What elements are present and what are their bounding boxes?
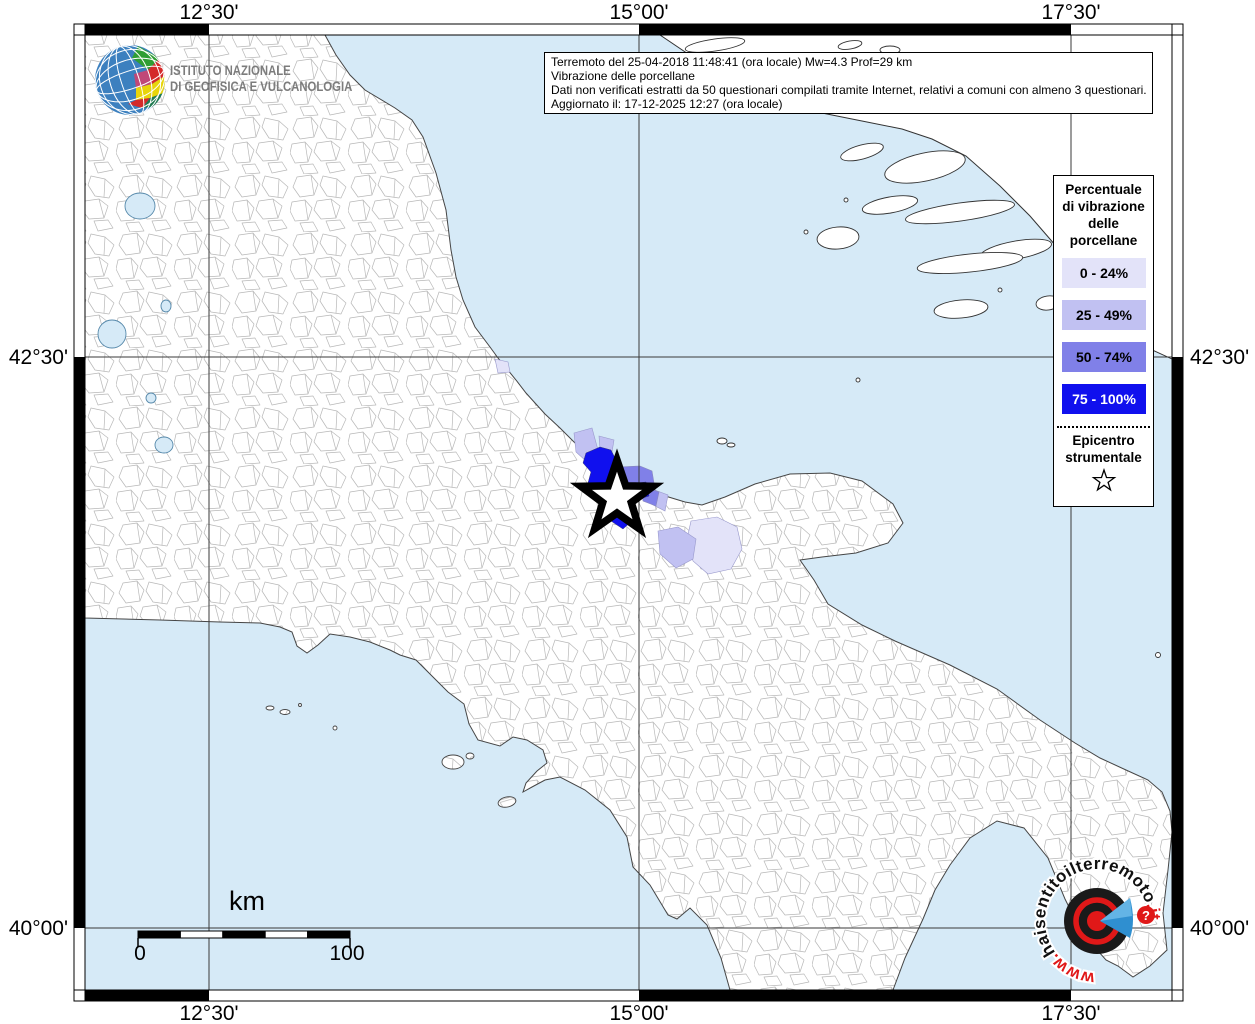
legend-title-line: delle xyxy=(1088,216,1119,231)
axis-top-12-30: 12°30' xyxy=(179,1,239,24)
scale-bar-min: 0 xyxy=(134,942,146,965)
legend-swatch-25-49: 25 - 49% xyxy=(1061,300,1146,330)
info-line-effect: Vibrazione delle porcellane xyxy=(551,69,695,83)
legend-swatch-0-24: 0 - 24% xyxy=(1061,258,1146,288)
info-line-updated: Aggiornato il: 17-12-2025 12:27 (ora loc… xyxy=(551,97,783,111)
axis-bottom-12-30: 12°30' xyxy=(179,1002,239,1024)
axis-right-42-30: 42°30' xyxy=(1190,346,1250,369)
legend-divider xyxy=(1057,426,1150,428)
legend-label-0-24: 0 - 24% xyxy=(1079,265,1128,281)
axis-top-15-00: 15°00' xyxy=(609,1,669,24)
axis-top-17-30: 17°30' xyxy=(1041,1,1101,24)
info-line-event: Terremoto del 25-04-2018 11:48:41 (ora l… xyxy=(551,55,913,69)
scale-bar-max: 100 xyxy=(329,942,365,965)
ingv-logo-text: ISTITUTO NAZIONALE DI GEOFISICA E VULCAN… xyxy=(170,63,352,95)
map-canvas: www.haisentitoilterremoto.it ? xyxy=(73,23,1184,1002)
legend-label-75-100: 75 - 100% xyxy=(1072,391,1136,407)
legend-title-line: di vibrazione xyxy=(1062,199,1145,214)
legend-title: Percentuale di vibrazione delle porcella… xyxy=(1054,181,1153,249)
map-screenshot: www.haisentitoilterremoto.it ? xyxy=(0,0,1255,1024)
ingv-line2: DI GEOFISICA E VULCANOLOGIA xyxy=(170,79,353,94)
info-line-source: Dati non verificati estratti da 50 quest… xyxy=(551,83,1147,97)
legend-label-25-49: 25 - 49% xyxy=(1075,307,1132,323)
legend-epicenter-line: Epicentro xyxy=(1072,433,1135,448)
epicenter-star-icon xyxy=(1091,467,1116,492)
axis-bottom-15-00: 15°00' xyxy=(609,1002,669,1024)
question-badge-glyph: ? xyxy=(1142,908,1150,923)
axis-left-40-00: 40°00' xyxy=(8,917,68,940)
legend-epicenter-line: strumentale xyxy=(1065,450,1142,465)
axis-bottom-17-30: 17°30' xyxy=(1041,1002,1101,1024)
legend: Percentuale di vibrazione delle porcella… xyxy=(1053,175,1154,507)
legend-title-line: Percentuale xyxy=(1065,182,1142,197)
legend-swatch-75-100: 75 - 100% xyxy=(1061,384,1146,414)
earthquake-info-box: Terremoto del 25-04-2018 11:48:41 (ora l… xyxy=(544,52,1153,114)
legend-label-50-74: 50 - 74% xyxy=(1075,349,1132,365)
scale-bar-unit: km xyxy=(229,886,265,916)
legend-swatch-50-74: 50 - 74% xyxy=(1061,342,1146,372)
map-area: www.haisentitoilterremoto.it ? xyxy=(85,35,1172,990)
ingv-line1: ISTITUTO NAZIONALE xyxy=(170,63,291,78)
axis-right-40-00: 40°00' xyxy=(1190,917,1250,940)
legend-epicenter-label: Epicentro strumentale xyxy=(1054,432,1153,466)
axis-left-42-30: 42°30' xyxy=(8,346,68,369)
legend-title-line: porcellane xyxy=(1069,233,1138,248)
